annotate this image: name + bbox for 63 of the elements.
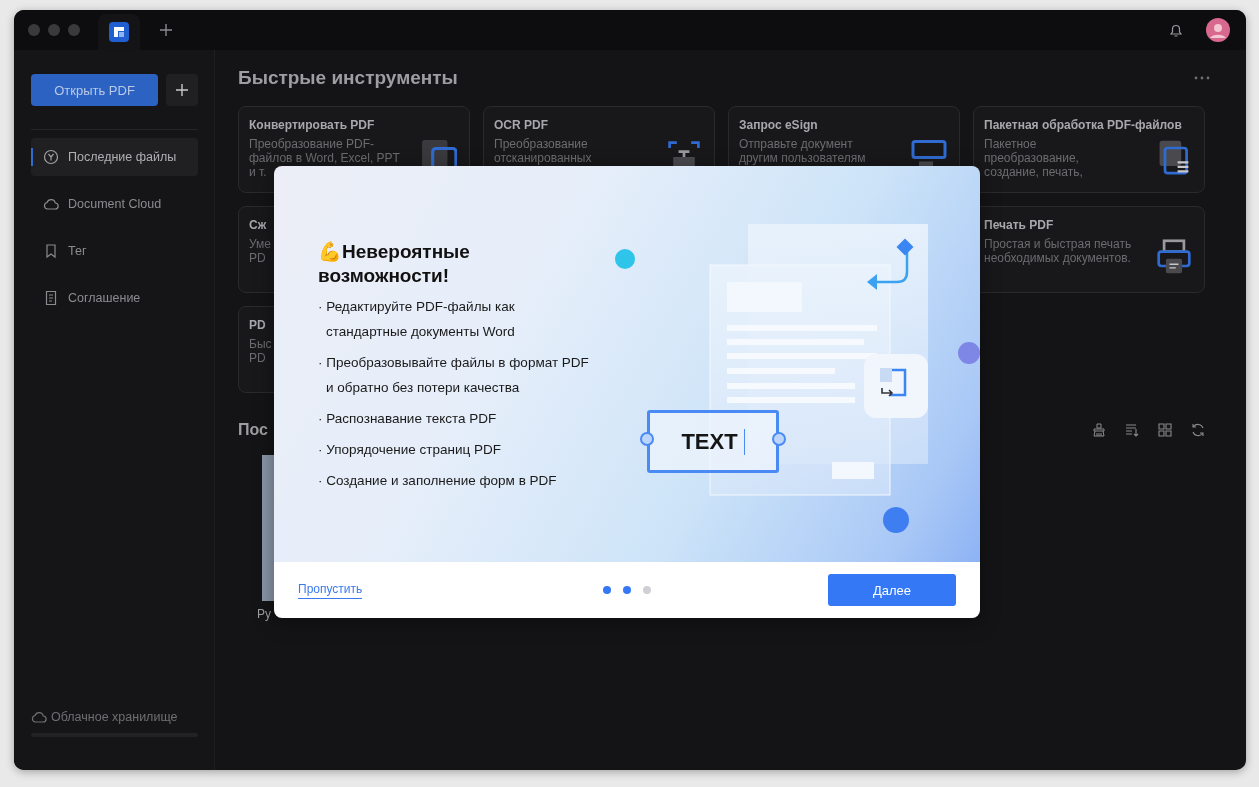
add-button[interactable] (166, 74, 198, 106)
card-title: Печать PDF (984, 218, 1055, 232)
plus-icon[interactable] (160, 24, 172, 36)
app-logo-icon (109, 22, 129, 42)
plus-icon (176, 84, 188, 96)
card-description: PD (249, 351, 267, 365)
cloud-icon (43, 196, 59, 212)
card-title: Запрос eSign (739, 118, 819, 132)
home-tab[interactable] (98, 14, 140, 50)
card-description: файлов в Word, Excel, PPT (249, 151, 400, 165)
sidebar-item[interactable]: Последние файлы (31, 138, 198, 176)
printer-icon (1156, 239, 1192, 275)
sort-icon[interactable] (1124, 422, 1140, 438)
bell-icon[interactable] (1168, 22, 1184, 38)
card-description: преобразование, (984, 151, 1080, 165)
card-title: Конвертировать PDF (249, 118, 376, 132)
open-pdf-button[interactable]: Открыть PDF (31, 74, 158, 106)
card-description: Простая и быстрая печать (984, 237, 1132, 251)
card-title: Пакетная обработка PDF-файлов (984, 118, 1182, 132)
broom-icon[interactable] (1091, 422, 1107, 438)
cloud-storage-item[interactable]: Облачное хранилище (31, 709, 198, 725)
feature-text: · Создание и заполнение форм в PDF (318, 472, 558, 490)
file-name: Ру (257, 607, 271, 621)
card-description: необходимых документов. (984, 251, 1132, 265)
card-description: Отправьте документ (739, 137, 854, 151)
card-description: другим пользователям (739, 151, 866, 165)
next-button[interactable]: Далее (828, 574, 956, 606)
feature-text: · Распознавание текста PDF (318, 410, 498, 428)
document-icon (43, 290, 59, 306)
card-title: Сж (249, 218, 268, 232)
avatar-icon[interactable] (1206, 18, 1230, 42)
card-description: PD (249, 251, 267, 265)
page-indicator-dot[interactable] (623, 586, 631, 594)
refresh-icon[interactable] (1190, 422, 1206, 438)
page-indicator-dot[interactable] (603, 586, 611, 594)
sidebar-item[interactable]: Document Cloud (31, 185, 198, 223)
card-description: и т. (249, 165, 268, 179)
text-field-sample: TEXT (640, 410, 786, 473)
card-title: OCR PDF (494, 118, 549, 132)
card-description: создание, печать, (984, 165, 1084, 179)
feature-text: · Редактируйте PDF-файлы как стандартные документы Word (318, 298, 516, 341)
tool-card[interactable]: Пакетная обработка PDF-файлов Пакетное преобразование, создание, печать, (973, 106, 1205, 193)
sidebar-item[interactable]: Соглашение (31, 279, 198, 317)
card-description: Уме (249, 237, 271, 251)
section-title: Пос (238, 421, 268, 439)
card-title: PD (249, 318, 267, 332)
clock-icon (43, 149, 59, 165)
skip-link[interactable]: Пропустить (298, 581, 363, 599)
dialog-heading: 💪Невероятные возможности! (318, 240, 471, 288)
card-description: Преобразование PDF- (249, 137, 376, 151)
section-title: Быстрые инструменты (238, 67, 458, 89)
card-description: Пакетное (984, 137, 1038, 151)
card-description: отсканированных (494, 151, 592, 165)
more-icon[interactable] (1194, 76, 1210, 80)
cloud-icon (31, 709, 47, 725)
grid-view-icon[interactable] (1157, 422, 1173, 438)
feature-text: · Упорядочение страниц PDF (318, 441, 502, 459)
page-indicator-dot[interactable] (643, 586, 651, 594)
card-description: Быс (249, 337, 272, 351)
sidebar-item[interactable]: Тег (31, 232, 198, 270)
feature-text: · Преобразовывайте файлы в формат PDF и обратно без потери качества (318, 354, 590, 397)
card-description: Преобразование (494, 137, 589, 151)
bookmark-icon (43, 243, 59, 259)
